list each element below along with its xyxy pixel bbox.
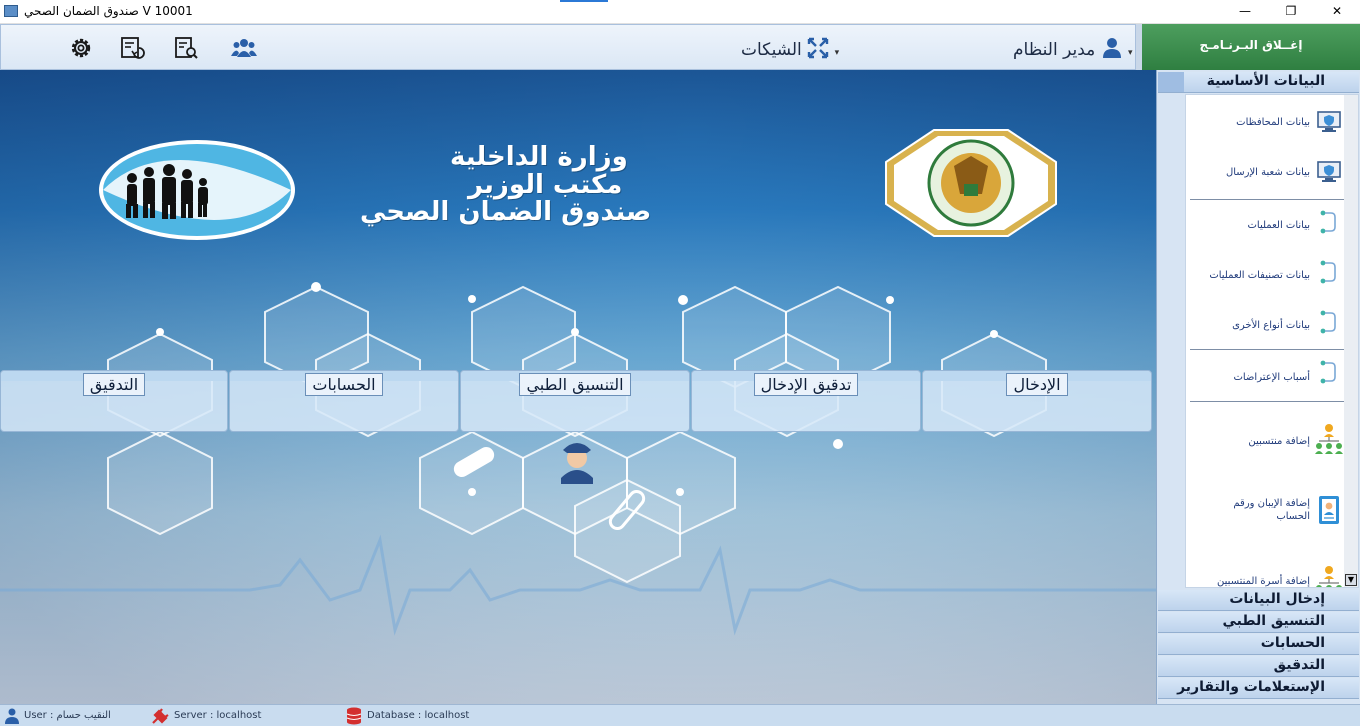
status-database: Database : localhost	[367, 710, 470, 721]
close-program-label: إغــلاق البـرنـامـج	[1199, 38, 1303, 52]
item-add-member-family[interactable]: إضافة أسرة المنتسبين	[1186, 559, 1346, 587]
cheques-menu[interactable]: الشيكات ▾	[741, 37, 839, 60]
item-operation-categories[interactable]: بيانات تصنيفات العمليات	[1186, 259, 1346, 287]
banner-line-office: مكتب الوزير	[468, 170, 623, 200]
section-accounts-label: الحسابات	[1260, 635, 1325, 651]
expand-arrows-icon	[807, 37, 829, 59]
item-other-types[interactable]: بيانات أنواع الأخرى	[1186, 309, 1346, 337]
close-program-button[interactable]: إغــلاق البـرنـامـج	[1136, 24, 1360, 70]
tile-accounts-label: الحسابات	[305, 373, 383, 396]
scroll-down-icon[interactable]: ▼	[1345, 574, 1357, 586]
section-accounts[interactable]: الحسابات	[1158, 634, 1359, 655]
status-bar: User : النقيب حسام Server : localhost Da…	[0, 704, 1360, 726]
org-people-icon	[1316, 566, 1342, 587]
basic-data-panel: بيانات المحافظات بيانات شعبة الإرسال بيا…	[1185, 94, 1359, 588]
section-audit-label: التدقيق	[1273, 657, 1325, 673]
tile-data-entry[interactable]: الإدخال	[922, 370, 1152, 432]
title-accent	[560, 0, 608, 2]
cheques-menu-label: الشيكات	[741, 40, 802, 60]
flow-link-icon	[1320, 360, 1336, 384]
banner-line-fund: صندوق الضمان الصحي	[360, 197, 652, 227]
minimize-icon[interactable]: —	[1222, 0, 1268, 22]
monitor-shield-icon	[1317, 161, 1341, 182]
section-data-entry[interactable]: إدخال البيانات	[1158, 590, 1359, 611]
tile-data-entry-label: الإدخال	[1006, 373, 1068, 396]
database-icon	[346, 707, 362, 725]
report-search-icon[interactable]	[173, 35, 199, 61]
tile-entry-audit[interactable]: تدقيق الإدخال	[691, 370, 921, 432]
ministry-emblem	[885, 129, 1057, 237]
item-dispatch-branch[interactable]: بيانات شعبة الإرسال	[1186, 159, 1346, 187]
users-group-icon[interactable]	[231, 35, 257, 61]
org-people-icon	[1315, 424, 1343, 454]
tile-entry-audit-label: تدقيق الإدخال	[753, 373, 859, 396]
main-toolbar: الشيكات ▾ مدير النظام ▾	[0, 24, 1136, 70]
refresh-list-icon[interactable]	[119, 35, 145, 61]
settings-icon[interactable]	[68, 35, 94, 61]
banner-line-ministry: وزارة الداخلية	[450, 142, 628, 172]
section-audit[interactable]: التدقيق	[1158, 656, 1359, 677]
tile-audit[interactable]: التدقيق	[0, 370, 228, 432]
family-logo	[99, 140, 295, 240]
section-basic-data-label: البيانات الأساسية	[1206, 73, 1325, 89]
user-menu[interactable]: مدير النظام ▾	[1013, 37, 1133, 60]
chevron-down-icon: ▾	[834, 48, 840, 58]
home-dashboard: وزارة الداخلية مكتب الوزير صندوق الضمان …	[0, 70, 1156, 704]
monitor-shield-icon	[1317, 111, 1341, 132]
section-basic-data[interactable]: البيانات الأساسية	[1158, 72, 1359, 93]
status-user: User : النقيب حسام	[24, 710, 111, 721]
close-icon[interactable]: ✕	[1314, 0, 1360, 22]
window-title: صندوق الضمان الصحي V 10001	[24, 4, 193, 18]
id-card-icon	[1319, 496, 1339, 524]
section-queries-reports-label: الإستعلامات والتقارير	[1177, 679, 1325, 695]
restore-icon[interactable]: ❐	[1268, 0, 1314, 22]
sidebar-scrollbar[interactable]: ▼	[1344, 95, 1358, 587]
item-add-iban[interactable]: إضافة الإيبان ورقم الحساب	[1186, 491, 1346, 527]
flow-link-icon	[1320, 260, 1336, 284]
user-icon	[5, 708, 19, 724]
item-governorates[interactable]: بيانات المحافظات	[1186, 109, 1346, 137]
user-icon	[1102, 38, 1121, 58]
status-server: Server : localhost	[174, 710, 262, 721]
app-icon	[4, 5, 18, 17]
section-queries-reports[interactable]: الإستعلامات والتقارير	[1158, 678, 1359, 699]
section-medical-coordination[interactable]: التنسيق الطبي	[1158, 612, 1359, 633]
plug-icon	[152, 708, 169, 724]
flow-link-icon	[1320, 210, 1336, 234]
user-menu-label: مدير النظام	[1013, 40, 1096, 60]
tile-medical-coordination[interactable]: التنسيق الطبي	[460, 370, 690, 432]
flow-link-icon	[1320, 310, 1336, 334]
item-add-members[interactable]: إضافة منتسبين	[1186, 421, 1346, 457]
item-objection-reasons[interactable]: أسباب الإعتراضات	[1186, 359, 1346, 387]
section-data-entry-label: إدخال البيانات	[1229, 591, 1325, 607]
navigation-sidebar: البيانات الأساسية بيانات المحافظات بيانا…	[1156, 70, 1360, 704]
item-operations[interactable]: بيانات العمليات	[1186, 209, 1346, 237]
tile-accounts[interactable]: الحسابات	[229, 370, 459, 432]
title-bar: صندوق الضمان الصحي V 10001 — ❐ ✕	[0, 0, 1360, 24]
section-medical-coordination-label: التنسيق الطبي	[1222, 613, 1325, 629]
tile-medical-coordination-label: التنسيق الطبي	[519, 373, 631, 396]
tile-audit-label: التدقيق	[82, 373, 146, 396]
chevron-down-icon: ▾	[1128, 48, 1133, 58]
